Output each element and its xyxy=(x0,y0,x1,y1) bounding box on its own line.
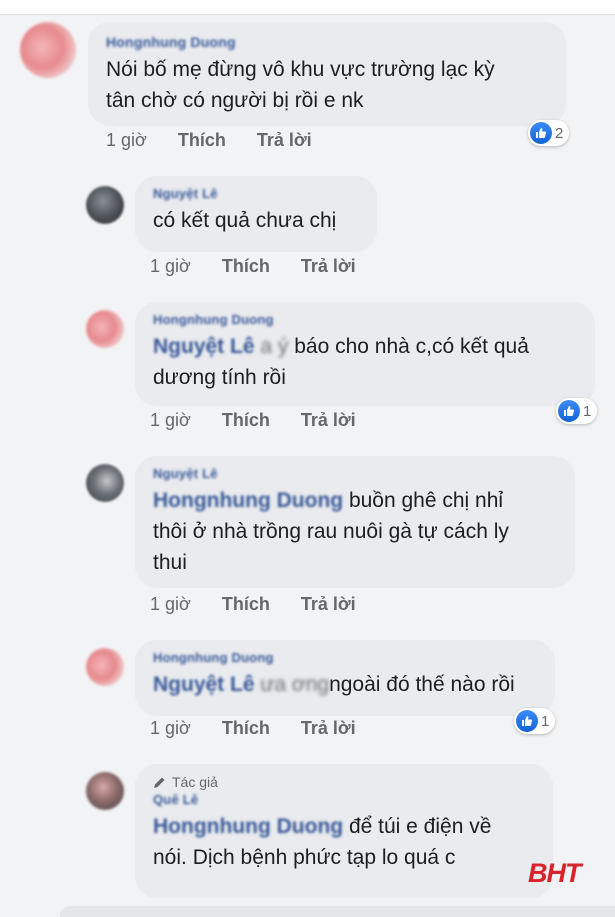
comment-text-line: thôi ở nhà trồng rau nuôi gà tự cách ly xyxy=(153,520,509,543)
comment-text-line: dương tính rồi xyxy=(153,366,286,389)
avatar[interactable] xyxy=(20,22,76,78)
comment-text: Nguyệt Lê a ý báo cho nhà c,có kết quả d… xyxy=(153,331,577,393)
comment-time[interactable]: 1 giờ xyxy=(106,130,147,150)
comment-text: có kết quả chưa chị xyxy=(153,209,337,232)
comment-text-line: Nói bố mẹ đừng vô khu vực trường lạc kỳ xyxy=(106,58,495,81)
mention-link[interactable]: Hongnhung Duong xyxy=(153,489,343,512)
reaction-count[interactable]: 1 xyxy=(556,398,598,424)
comment-time[interactable]: 1 giờ xyxy=(150,410,191,430)
mention-link[interactable]: Hongnhung Duong xyxy=(153,815,343,838)
comment-text: Nói bố mẹ đừng vô khu vực trường lạc kỳ … xyxy=(106,54,548,116)
reply-button[interactable]: Trả lời xyxy=(257,130,312,150)
like-reaction-icon xyxy=(530,122,552,144)
mention-tail: ưa ơng xyxy=(260,673,330,696)
comment-bubble: Hongnhung Duong Nguyệt Lê a ý báo cho nh… xyxy=(135,302,595,406)
mention-link[interactable]: Nguyệt Lê xyxy=(153,673,255,696)
reply-button[interactable]: Trả lời xyxy=(301,410,356,430)
comment-bubble: Tác giả Quê Lê Hongnhung Duong để túi e … xyxy=(135,764,553,898)
comment-actions: 1 giờ Thích Trả lời xyxy=(150,594,382,615)
comment-actions: 1 giờ Thích Trả lời xyxy=(150,256,382,277)
like-reaction-icon xyxy=(516,710,538,732)
pencil-icon xyxy=(154,777,165,788)
avatar[interactable] xyxy=(86,648,124,686)
comment-text: Hongnhung Duong để túi e điện về nói. Dị… xyxy=(153,811,535,873)
comment-author[interactable]: Hongnhung Duong xyxy=(106,34,548,50)
comment-bubble: Nguyệt Lê có kết quả chưa chị xyxy=(135,176,377,252)
like-button[interactable]: Thích xyxy=(222,718,270,738)
avatar[interactable] xyxy=(86,464,124,502)
comment-text-line: báo cho nhà c,có kết quả xyxy=(294,335,529,358)
reaction-count[interactable]: 2 xyxy=(528,120,570,146)
comment-text: Hongnhung Duong buồn ghê chị nhỉ thôi ở … xyxy=(153,485,557,578)
reaction-number: 2 xyxy=(555,124,564,142)
next-comment-edge xyxy=(60,906,615,917)
comment-actions: 1 giờ Thích Trả lời xyxy=(150,410,382,431)
reply-button[interactable]: Trả lời xyxy=(301,256,356,276)
comment-author[interactable]: Nguyệt Lê xyxy=(153,466,557,481)
mention-tail: a ý xyxy=(260,335,289,358)
comment-time[interactable]: 1 giờ xyxy=(150,594,191,614)
comment-author[interactable]: Hongnhung Duong xyxy=(153,312,577,327)
author-badge-label: Tác giả xyxy=(172,774,218,790)
comment-bubble: Nguyệt Lê Hongnhung Duong buồn ghê chị n… xyxy=(135,456,575,588)
comment-text-line: thui xyxy=(153,551,187,574)
comment-text-line: tân chờ có người bị rồi e nk xyxy=(106,89,364,112)
comment-text-line: để túi e điện về xyxy=(343,815,492,838)
avatar[interactable] xyxy=(86,772,124,810)
reaction-number: 1 xyxy=(541,712,550,730)
reaction-count[interactable]: 1 xyxy=(514,708,556,734)
comment-text-line: nói. Dịch bệnh phức tạp lo quá c xyxy=(153,846,456,869)
like-reaction-icon xyxy=(558,400,580,422)
like-button[interactable]: Thích xyxy=(222,256,270,276)
like-button[interactable]: Thích xyxy=(222,410,270,430)
comment-bubble: Hongnhung Duong Nói bố mẹ đừng vô khu vự… xyxy=(88,22,566,126)
comment-text-line: ngoài đó thế nào rồi xyxy=(329,673,515,696)
comment-actions: 1 giờ Thích Trả lời xyxy=(150,718,382,739)
comment-text-line: buồn ghê chị nhỉ xyxy=(348,489,504,512)
avatar[interactable] xyxy=(86,186,124,224)
comment-time[interactable]: 1 giờ xyxy=(150,256,191,276)
author-badge: Tác giả xyxy=(153,774,535,790)
top-divider xyxy=(0,0,615,15)
avatar[interactable] xyxy=(86,310,124,348)
reply-button[interactable]: Trả lời xyxy=(301,718,356,738)
comment-author[interactable]: Quê Lê xyxy=(153,792,535,807)
comment-author[interactable]: Hongnhung Duong xyxy=(153,650,537,665)
comment-time[interactable]: 1 giờ xyxy=(150,718,191,738)
watermark-logo: BHT xyxy=(528,858,581,888)
comment-author[interactable]: Nguyệt Lê xyxy=(153,186,359,201)
comment-bubble: Hongnhung Duong Nguyệt Lê ưa ơngngoài đó… xyxy=(135,640,555,716)
comment-actions: 1 giờ Thích Trả lời xyxy=(106,130,338,151)
like-button[interactable]: Thích xyxy=(178,130,226,150)
like-button[interactable]: Thích xyxy=(222,594,270,614)
reaction-number: 1 xyxy=(583,402,592,420)
mention-link[interactable]: Nguyệt Lê xyxy=(153,335,255,358)
comment-text: Nguyệt Lê ưa ơngngoài đó thế nào rồi xyxy=(153,669,537,700)
reply-button[interactable]: Trả lời xyxy=(301,594,356,614)
